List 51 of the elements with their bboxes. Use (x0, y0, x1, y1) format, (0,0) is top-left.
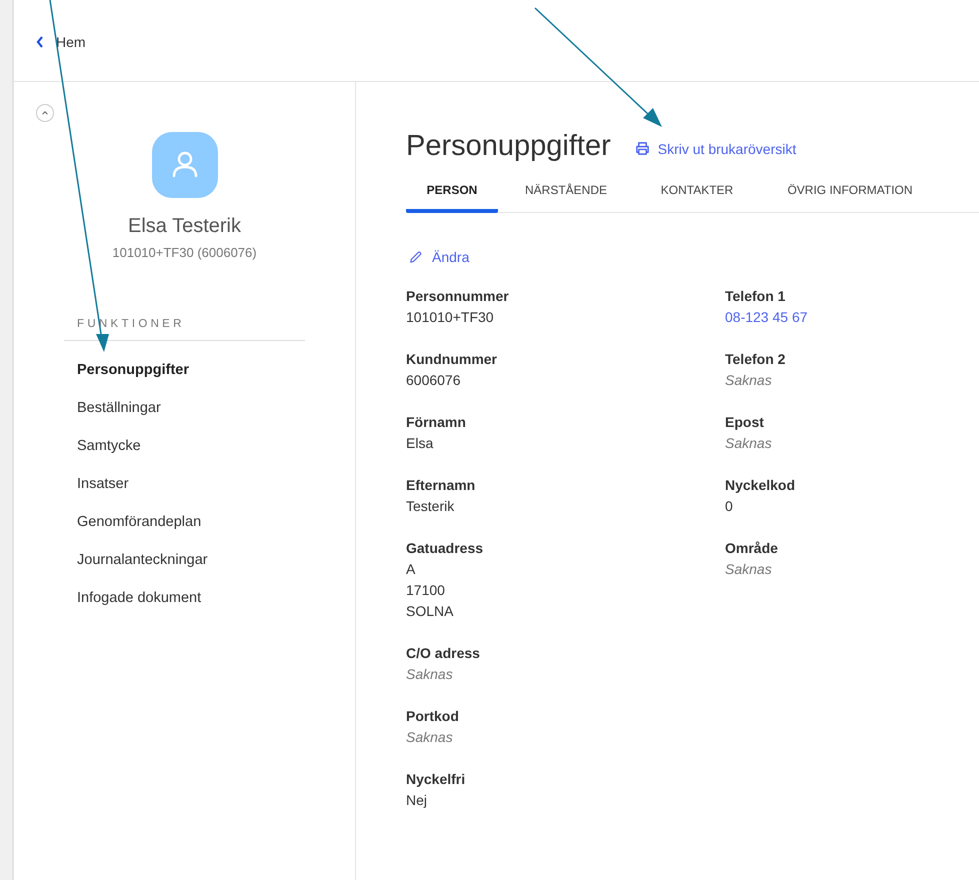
avatar-icon (152, 132, 218, 198)
sidebar-item[interactable]: Personuppgifter (77, 361, 208, 379)
sidebar-item[interactable]: Samtycke (77, 437, 208, 455)
field-value: 101010+TF30 (406, 308, 495, 327)
field-label: Telefon 1 (725, 287, 786, 306)
chevron-left-icon (36, 36, 44, 48)
print-link[interactable]: Skriv ut brukaröversikt (634, 136, 796, 156)
field-value: Saknas (406, 728, 454, 747)
collapse-button[interactable] (36, 104, 54, 122)
back-link[interactable]: Hem (36, 34, 86, 50)
field-label: Telefon 2 (725, 350, 786, 369)
field-value: 6006076 (406, 371, 462, 390)
field-value: Saknas (725, 560, 773, 579)
field-label: Område (725, 539, 779, 558)
field-value: Nej (406, 791, 428, 810)
field-label: Nyckelkod (725, 476, 796, 495)
field-value: Testerik (406, 497, 456, 516)
pencil-icon (408, 250, 423, 264)
field-label: Gatuadress (406, 539, 484, 558)
field-value: Saknas (406, 665, 454, 684)
tab[interactable]: ÖVRIG INFORMATION (760, 183, 940, 213)
page-title: Personuppgifter (406, 130, 611, 163)
field-label: C/O adress (406, 644, 481, 663)
field-value: A (406, 560, 416, 579)
sidebar-item[interactable]: Insatser (77, 475, 208, 493)
field-value: Saknas (725, 371, 773, 390)
caret-icon (41, 109, 49, 117)
edit-link[interactable]: Ändra (408, 249, 470, 265)
field-value: 17100 (406, 581, 446, 600)
field-label: Personnummer (406, 287, 510, 306)
field-label: Kundnummer (406, 350, 498, 369)
tab[interactable]: KONTAKTER (634, 183, 760, 213)
sidebar-item[interactable]: Infogade dokument (77, 589, 208, 607)
field-label: Förnamn (406, 413, 467, 432)
field-label: Efternamn (406, 476, 476, 495)
field-value: SOLNA (406, 602, 454, 621)
printer-icon (634, 141, 650, 156)
person-name: Elsa Testerik (128, 215, 241, 238)
sidebar-item[interactable]: Journalanteckningar (77, 551, 208, 569)
sidebar-item[interactable]: Beställningar (77, 399, 208, 417)
field-label: Nyckelfri (406, 770, 466, 789)
phone-link[interactable]: 08-123 45 67 (725, 307, 808, 328)
field-label: Epost (725, 413, 765, 432)
field-value: Elsa (406, 434, 434, 453)
field-label: Portkod (406, 707, 460, 726)
tab[interactable]: NÄRSTÅENDE (498, 183, 634, 213)
tab[interactable]: PERSON (406, 183, 498, 213)
person-id: 101010+TF30 (6006076) (112, 245, 257, 260)
sidebar-item[interactable]: Genomförandeplan (77, 513, 208, 531)
field-value: Saknas (725, 434, 773, 453)
field-value: 0 (725, 497, 734, 516)
